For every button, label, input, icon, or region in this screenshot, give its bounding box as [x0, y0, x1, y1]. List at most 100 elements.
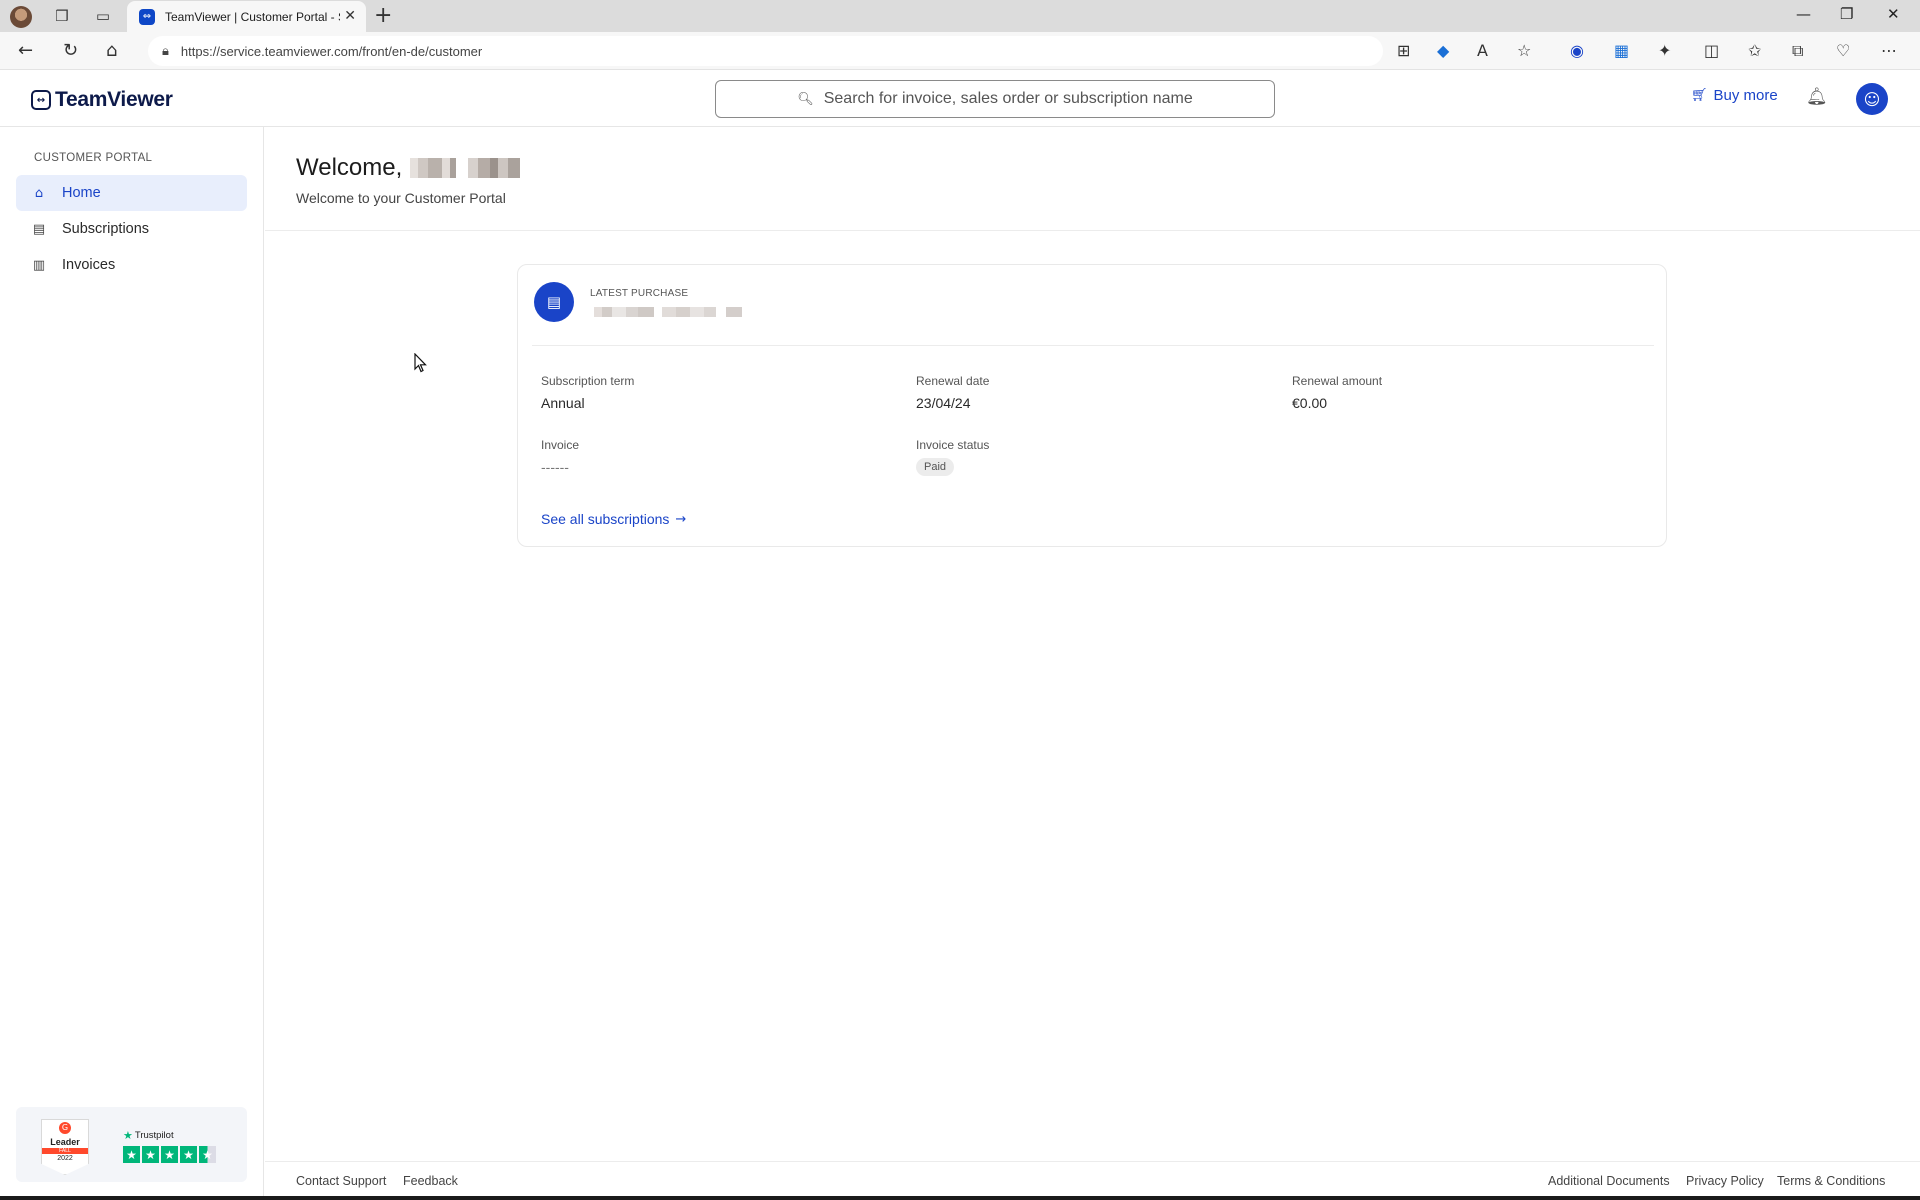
user-avatar-button[interactable]: ☺ [1856, 83, 1888, 115]
review-badges: G Leader FALL 2022 ★ Trustpilot ★ ★ ★ ★ … [16, 1107, 247, 1182]
trustpilot-badge[interactable]: ★ Trustpilot ★ ★ ★ ★ ★ [123, 1129, 218, 1163]
star-icon: ★ [180, 1146, 197, 1163]
url-field[interactable]: 🔒︎ https://service.teamviewer.com/front/… [148, 36, 1383, 66]
minimize-icon[interactable]: — [1796, 5, 1811, 23]
half-star-icon: ★ [199, 1146, 216, 1163]
invoice-label: Invoice [541, 438, 580, 452]
additional-documents-link[interactable]: Additional Documents [1548, 1174, 1670, 1188]
app-header: ↔ TeamViewer 🔍︎ Search for invoice, sale… [0, 70, 1920, 127]
terms-conditions-link[interactable]: Terms & Conditions [1777, 1174, 1885, 1188]
renewal-amount-label: Renewal amount [1292, 374, 1383, 388]
page-title: Welcome, [296, 154, 403, 181]
contact-support-link[interactable]: Contact Support [296, 1174, 386, 1188]
password-extension-icon[interactable]: ◉ [1570, 41, 1584, 60]
split-screen-icon[interactable]: ◫ [1704, 41, 1719, 60]
status-badge: Paid [916, 458, 955, 476]
renewal-date-value: 23/04/24 [916, 395, 971, 411]
new-tab-icon[interactable]: + [374, 3, 392, 28]
g2-leader-badge[interactable]: G Leader FALL 2022 [41, 1119, 89, 1175]
page-footer: Contact Support Feedback Additional Docu… [265, 1161, 1920, 1200]
subscription-term-value: Annual [541, 395, 585, 411]
invoice-status-label: Invoice status [916, 438, 990, 452]
invoice-value: ------ [541, 459, 569, 475]
notification-bell-icon[interactable]: 🔔︎ [1806, 87, 1828, 107]
home-icon: ⌂ [34, 185, 44, 201]
browser-profile-avatar[interactable] [10, 6, 32, 28]
star-icon: ★ [142, 1146, 159, 1163]
trustpilot-rating-stars: ★ ★ ★ ★ ★ [123, 1146, 218, 1163]
performance-icon[interactable]: ♡ [1836, 41, 1850, 60]
latest-purchase-label: LATEST PURCHASE [590, 288, 689, 299]
buy-more-button[interactable]: 🛒︎ Buy more [1691, 87, 1778, 104]
renewal-date-label: Renewal date [916, 374, 990, 388]
sidebar-item-label: Home [62, 185, 101, 201]
redacted-subscription-name [594, 307, 742, 317]
grid-extension-icon[interactable]: ▦ [1614, 41, 1629, 60]
tab-close-icon[interactable]: ✕ [344, 8, 356, 24]
feedback-link[interactable]: Feedback [403, 1174, 458, 1188]
browser-tab-bar: ❒ ▭ ⇔ TeamViewer | Customer Portal - S ✕… [0, 0, 1920, 32]
tag-icon[interactable]: ◆ [1437, 41, 1449, 60]
document-icon: ▤ [534, 282, 574, 322]
g2-logo-icon: G [59, 1122, 71, 1134]
favorites-icon[interactable]: ✩ [1748, 41, 1761, 60]
sidebar-item-invoices[interactable]: ▥ Invoices [16, 247, 247, 283]
favorite-star-icon[interactable]: ☆ [1517, 41, 1531, 60]
buy-more-label: Buy more [1713, 87, 1778, 104]
g2-badge-season: FALL [42, 1148, 88, 1154]
star-icon: ★ [123, 1146, 140, 1163]
cart-icon: 🛒︎ [1691, 88, 1708, 103]
restore-icon[interactable]: ❐ [1840, 5, 1853, 23]
teamviewer-logo[interactable]: ↔ TeamViewer [31, 88, 173, 112]
trustpilot-label: Trustpilot [134, 1130, 174, 1141]
trustpilot-star-icon: ★ [123, 1129, 133, 1142]
receipt-icon: ▥ [32, 257, 46, 273]
close-window-icon[interactable]: ✕ [1887, 5, 1900, 23]
sidebar-item-subscriptions[interactable]: ▤ Subscriptions [16, 211, 247, 247]
tab-title: TeamViewer | Customer Portal - S [165, 9, 340, 24]
sidebar-item-label: Subscriptions [62, 221, 150, 237]
back-icon[interactable]: ← [18, 40, 33, 61]
menu-dots-icon[interactable]: ⋯ [1881, 41, 1897, 60]
redacted-user-name [410, 158, 521, 178]
see-all-label: See all subscriptions [541, 511, 670, 527]
teamviewer-logo-icon: ↔ [31, 90, 51, 110]
sidebar-heading: CUSTOMER PORTAL [34, 152, 153, 164]
header-divider [265, 230, 1920, 231]
see-all-subscriptions-link[interactable]: See all subscriptions → [541, 511, 686, 527]
welcome-subtitle: Welcome to your Customer Portal [296, 190, 506, 206]
sidebar: CUSTOMER PORTAL ⌂ Home ▤ Subscriptions ▥… [0, 127, 264, 1200]
apps-icon[interactable]: ⊞ [1397, 41, 1410, 60]
star-icon: ★ [161, 1146, 178, 1163]
url-text: https://service.teamviewer.com/front/en-… [180, 43, 483, 59]
renewal-amount-value: €0.00 [1292, 395, 1328, 411]
search-input[interactable]: 🔍︎ Search for invoice, sales order or su… [715, 80, 1275, 118]
sidebar-item-label: Invoices [62, 257, 116, 273]
sidebar-item-home[interactable]: ⌂ Home [16, 175, 247, 211]
browser-address-bar: ← ↻ ⌂ 🔒︎ https://service.teamviewer.com/… [0, 32, 1920, 70]
subscription-term-label: Subscription term [541, 374, 635, 388]
extensions-icon[interactable]: ✦ [1658, 41, 1671, 60]
welcome-heading: Welcome, [296, 154, 521, 182]
g2-badge-title: Leader [50, 1137, 80, 1147]
latest-purchase-card: ▤ LATEST PURCHASE Subscription term Annu… [517, 264, 1667, 547]
card-divider [532, 345, 1654, 346]
tab-actions-icon[interactable]: ▭ [90, 4, 116, 28]
user-icon: ☺ [1863, 89, 1881, 109]
lock-icon[interactable]: 🔒︎ [162, 44, 169, 59]
clipboard-icon: ▤ [32, 221, 46, 237]
home-icon[interactable]: ⌂ [106, 40, 117, 61]
taskbar-edge [0, 1196, 1920, 1200]
workspaces-icon[interactable]: ❒ [49, 4, 75, 28]
collections-icon[interactable]: ⧉ [1792, 41, 1803, 61]
trustpilot-name: ★ Trustpilot [123, 1129, 218, 1142]
privacy-policy-link[interactable]: Privacy Policy [1686, 1174, 1764, 1188]
g2-badge-year: 2022 [57, 1155, 73, 1162]
read-aloud-icon[interactable]: A [1477, 41, 1488, 60]
arrow-right-icon: → [675, 511, 687, 527]
search-placeholder: Search for invoice, sales order or subsc… [823, 90, 1193, 107]
refresh-icon[interactable]: ↻ [63, 40, 78, 61]
logo-text: TeamViewer [55, 88, 173, 111]
browser-tab-active[interactable]: ⇔ TeamViewer | Customer Portal - S ✕ [127, 1, 366, 32]
teamviewer-favicon-icon: ⇔ [139, 8, 155, 25]
